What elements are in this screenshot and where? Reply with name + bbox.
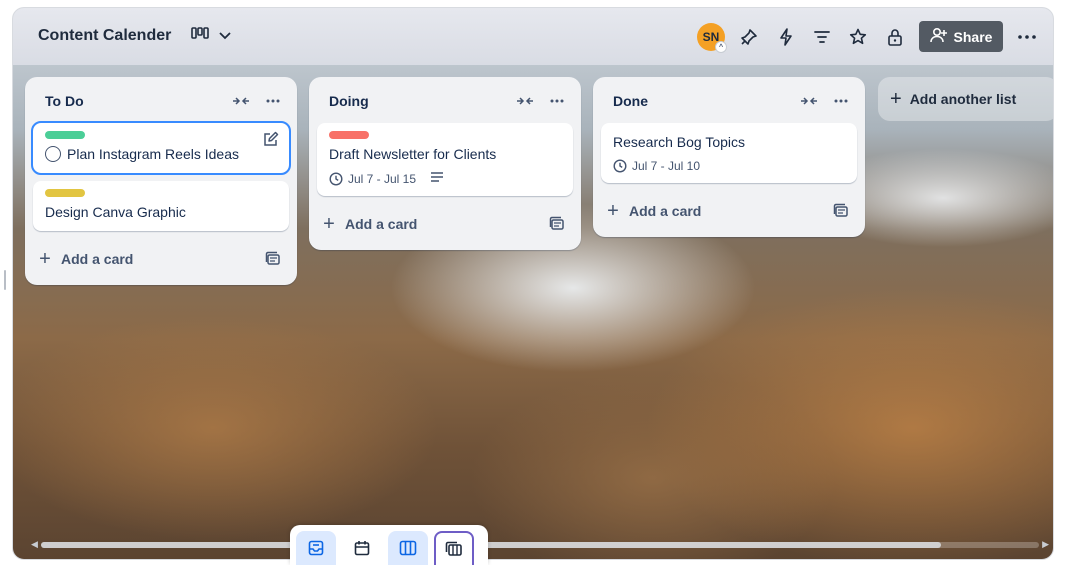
card-template-icon[interactable] bbox=[265, 251, 281, 267]
more-icon[interactable] bbox=[1016, 26, 1038, 48]
list-done: Done Research Bog Topics Jul 7 - Jul 10 … bbox=[593, 77, 865, 237]
plus-icon: + bbox=[607, 199, 619, 222]
switch-boards-button[interactable] bbox=[434, 531, 474, 565]
card-label bbox=[329, 131, 369, 139]
due-date-badge[interactable]: Jul 7 - Jul 10 bbox=[613, 159, 700, 173]
add-card-button[interactable]: + Add a card bbox=[33, 239, 289, 279]
list-title[interactable]: To Do bbox=[45, 93, 84, 109]
card-label bbox=[45, 131, 85, 139]
add-card-button[interactable]: + Add a card bbox=[601, 191, 857, 231]
collapse-list-icon[interactable] bbox=[799, 91, 819, 111]
list-header: Done bbox=[593, 77, 865, 123]
add-card-label: Add a card bbox=[61, 251, 134, 267]
share-button[interactable]: Share bbox=[919, 21, 1003, 52]
add-list-label: Add another list bbox=[909, 91, 1017, 107]
visibility-lock-icon[interactable] bbox=[884, 26, 906, 48]
scroll-thumb[interactable] bbox=[41, 542, 941, 548]
scroll-left-arrow-icon[interactable]: ◀ bbox=[31, 539, 38, 550]
board-title[interactable]: Content Calender bbox=[38, 27, 171, 45]
power-ups-icon[interactable] bbox=[738, 26, 760, 48]
view-switcher[interactable] bbox=[191, 26, 231, 45]
list-actions-icon[interactable] bbox=[831, 91, 851, 111]
chevron-down-icon bbox=[219, 27, 231, 45]
add-member-icon bbox=[929, 27, 948, 46]
list-header: Doing bbox=[309, 77, 581, 123]
edit-card-icon[interactable] bbox=[263, 131, 279, 147]
card-badges: Jul 7 - Jul 10 bbox=[613, 159, 845, 173]
card-draft-newsletter[interactable]: Draft Newsletter for Clients Jul 7 - Jul… bbox=[317, 123, 573, 196]
collapse-list-icon[interactable] bbox=[231, 91, 251, 111]
card-template-icon[interactable] bbox=[833, 203, 849, 219]
board-icon bbox=[399, 540, 417, 556]
bottom-view-dock bbox=[290, 525, 488, 565]
add-card-label: Add a card bbox=[629, 203, 702, 219]
list-to-do: To Do Plan Instagram Reels Ideas Design … bbox=[25, 77, 297, 285]
share-button-label: Share bbox=[953, 28, 993, 45]
calendar-icon bbox=[354, 541, 370, 556]
card-plan-instagram-reels[interactable]: Plan Instagram Reels Ideas bbox=[31, 121, 291, 175]
plus-icon: + bbox=[39, 247, 51, 270]
card-title-row: Plan Instagram Reels Ideas bbox=[45, 145, 277, 163]
inbox-icon bbox=[308, 540, 324, 556]
due-date-text: Jul 7 - Jul 15 bbox=[348, 171, 417, 186]
card-research-bog-topics[interactable]: Research Bog Topics Jul 7 - Jul 10 bbox=[601, 123, 857, 183]
switch-boards-icon bbox=[445, 541, 462, 556]
clock-icon bbox=[613, 159, 627, 173]
card-title: Plan Instagram Reels Ideas bbox=[67, 146, 239, 162]
card-badges: Jul 7 - Jul 15 bbox=[329, 171, 561, 186]
board-header: Content Calender SN ^ Share bbox=[13, 8, 1053, 65]
sidebar-resize-handle[interactable] bbox=[4, 270, 6, 290]
board-view-icon bbox=[191, 26, 209, 45]
card-template-icon[interactable] bbox=[549, 216, 565, 232]
inbox-button[interactable] bbox=[296, 531, 336, 565]
automation-icon[interactable] bbox=[775, 26, 797, 48]
list-header: To Do bbox=[25, 77, 297, 123]
plus-icon: + bbox=[323, 212, 335, 235]
card-title: Research Bog Topics bbox=[613, 134, 746, 150]
planner-button[interactable] bbox=[342, 531, 382, 565]
card-label bbox=[45, 189, 85, 197]
list-title[interactable]: Done bbox=[613, 93, 648, 109]
clock-icon bbox=[329, 171, 343, 186]
description-icon bbox=[430, 171, 444, 186]
filter-icon[interactable] bbox=[811, 26, 833, 48]
due-date-badge[interactable]: Jul 7 - Jul 15 bbox=[329, 172, 416, 186]
board-window: Content Calender SN ^ Share To Do Plan I… bbox=[12, 7, 1054, 560]
horizontal-scrollbar[interactable]: ◀ ▶ bbox=[31, 539, 1049, 551]
due-date-text: Jul 7 - Jul 10 bbox=[632, 159, 701, 173]
collapse-list-icon[interactable] bbox=[515, 91, 535, 111]
card-title: Design Canva Graphic bbox=[45, 204, 186, 220]
complete-checkbox[interactable] bbox=[45, 146, 61, 162]
avatar[interactable]: SN ^ bbox=[697, 23, 727, 53]
card-title: Draft Newsletter for Clients bbox=[329, 146, 497, 162]
list-actions-icon[interactable] bbox=[263, 91, 283, 111]
add-card-button[interactable]: + Add a card bbox=[317, 204, 573, 244]
add-card-label: Add a card bbox=[345, 216, 418, 232]
add-another-list-button[interactable]: + Add another list bbox=[878, 77, 1053, 121]
scroll-right-arrow-icon[interactable]: ▶ bbox=[1042, 539, 1049, 550]
star-icon[interactable] bbox=[847, 26, 869, 48]
list-title[interactable]: Doing bbox=[329, 93, 369, 109]
list-doing: Doing Draft Newsletter for Clients Jul 7… bbox=[309, 77, 581, 250]
plus-icon: + bbox=[890, 87, 902, 110]
card-design-canva-graphic[interactable]: Design Canva Graphic bbox=[33, 181, 289, 231]
board-button[interactable] bbox=[388, 531, 428, 565]
admin-chevron-icon: ^ bbox=[715, 41, 727, 53]
list-actions-icon[interactable] bbox=[547, 91, 567, 111]
